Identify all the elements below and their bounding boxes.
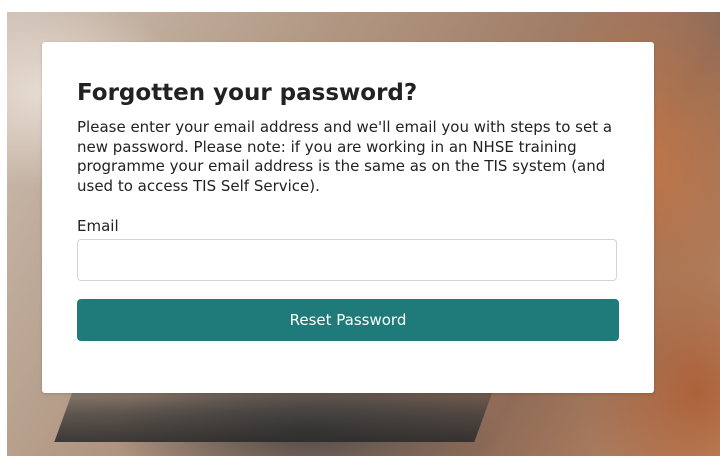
email-label: Email bbox=[77, 217, 119, 235]
reset-password-button[interactable]: Reset Password bbox=[77, 299, 619, 341]
forgot-password-card: Forgotten your password? Please enter yo… bbox=[42, 42, 654, 393]
page-title: Forgotten your password? bbox=[77, 80, 418, 106]
instructions-text: Please enter your email address and we'l… bbox=[77, 118, 613, 195]
email-field[interactable] bbox=[77, 239, 617, 281]
